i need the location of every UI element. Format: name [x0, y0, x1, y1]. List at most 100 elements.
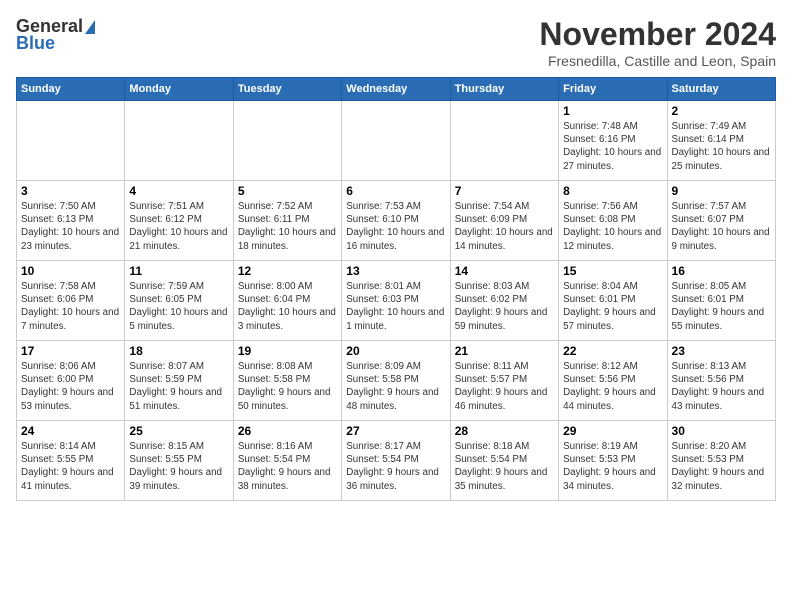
day-number: 27: [346, 424, 445, 438]
day-info: Sunrise: 7:52 AM Sunset: 6:11 PM Dayligh…: [238, 200, 337, 253]
day-number: 12: [238, 264, 337, 278]
calendar-cell: [125, 101, 233, 181]
calendar-cell: 5 Sunrise: 7:52 AM Sunset: 6:11 PM Daylig…: [233, 181, 341, 261]
day-number: 22: [563, 344, 662, 358]
day-info: Sunrise: 8:09 AM Sunset: 5:58 PM Dayligh…: [346, 360, 445, 413]
calendar-cell: 8Sunrise: 7:56 AM Sunset: 6:08 PM Daylig…: [559, 181, 667, 261]
day-number: 28: [455, 424, 554, 438]
calendar-cell: 10 Sunrise: 7:58 AM Sunset: 6:06 PM Dayli…: [17, 261, 125, 341]
day-info: Sunrise: 8:04 AM Sunset: 6:01 PM Dayligh…: [563, 280, 662, 333]
calendar-cell: 7 Sunrise: 7:54 AM Sunset: 6:09 PM Daylig…: [450, 181, 558, 261]
day-info: Sunrise: 7:58 AM Sunset: 6:06 PM Dayligh…: [21, 280, 120, 333]
day-info: Sunrise: 8:15 AM Sunset: 5:55 PM Dayligh…: [129, 440, 228, 493]
day-info: Sunrise: 8:07 AM Sunset: 5:59 PM Dayligh…: [129, 360, 228, 413]
calendar-cell: 28 Sunrise: 8:18 AM Sunset: 5:54 PM Dayli…: [450, 421, 558, 501]
weekday-header-wednesday: Wednesday: [342, 78, 450, 101]
weekday-header-monday: Monday: [125, 78, 233, 101]
calendar-cell: 12Sunrise: 8:00 AM Sunset: 6:04 PM Dayli…: [233, 261, 341, 341]
week-row-1: 1 Sunrise: 7:48 AM Sunset: 6:16 PM Daylig…: [17, 101, 776, 181]
day-info: Sunrise: 8:03 AM Sunset: 6:02 PM Dayligh…: [455, 280, 554, 333]
week-row-2: 3 Sunrise: 7:50 AM Sunset: 6:13 PM Daylig…: [17, 181, 776, 261]
day-info: Sunrise: 8:01 AM Sunset: 6:03 PM Dayligh…: [346, 280, 445, 333]
calendar-cell: 19 Sunrise: 8:08 AM Sunset: 5:58 PM Dayli…: [233, 341, 341, 421]
calendar-cell: 30 Sunrise: 8:20 AM Sunset: 5:53 PM Dayli…: [667, 421, 775, 501]
day-info: Sunrise: 8:20 AM Sunset: 5:53 PM Dayligh…: [672, 440, 771, 493]
day-number: 26: [238, 424, 337, 438]
day-number: 30: [672, 424, 771, 438]
calendar-cell: 24 Sunrise: 8:14 AM Sunset: 5:55 PM Dayli…: [17, 421, 125, 501]
day-info: Sunrise: 8:06 AM Sunset: 6:00 PM Dayligh…: [21, 360, 120, 413]
day-number: 1: [563, 104, 662, 118]
day-number: 18: [129, 344, 228, 358]
location-subtitle: Fresnedilla, Castille and Leon, Spain: [539, 53, 776, 69]
weekday-header-thursday: Thursday: [450, 78, 558, 101]
logo: General Blue: [16, 16, 95, 54]
calendar-cell: 3 Sunrise: 7:50 AM Sunset: 6:13 PM Daylig…: [17, 181, 125, 261]
day-number: 3: [21, 184, 120, 198]
title-block: November 2024 Fresnedilla, Castille and …: [539, 16, 776, 69]
day-info: Sunrise: 8:14 AM Sunset: 5:55 PM Dayligh…: [21, 440, 120, 493]
day-info: Sunrise: 8:16 AM Sunset: 5:54 PM Dayligh…: [238, 440, 337, 493]
day-number: 29: [563, 424, 662, 438]
calendar-cell: 4Sunrise: 7:51 AM Sunset: 6:12 PM Daylig…: [125, 181, 233, 261]
day-number: 19: [238, 344, 337, 358]
day-number: 24: [21, 424, 120, 438]
calendar-cell: [17, 101, 125, 181]
calendar-cell: 21Sunrise: 8:11 AM Sunset: 5:57 PM Dayli…: [450, 341, 558, 421]
day-info: Sunrise: 7:54 AM Sunset: 6:09 PM Dayligh…: [455, 200, 554, 253]
day-number: 21: [455, 344, 554, 358]
calendar-cell: 29 Sunrise: 8:19 AM Sunset: 5:53 PM Dayli…: [559, 421, 667, 501]
day-number: 11: [129, 264, 228, 278]
page-header: General Blue November 2024 Fresnedilla, …: [16, 16, 776, 69]
day-info: Sunrise: 8:17 AM Sunset: 5:54 PM Dayligh…: [346, 440, 445, 493]
day-info: Sunrise: 7:49 AM Sunset: 6:14 PM Dayligh…: [672, 120, 771, 173]
day-number: 2: [672, 104, 771, 118]
calendar-cell: 22 Sunrise: 8:12 AM Sunset: 5:56 PM Dayli…: [559, 341, 667, 421]
week-row-5: 24 Sunrise: 8:14 AM Sunset: 5:55 PM Dayli…: [17, 421, 776, 501]
weekday-header-row: SundayMondayTuesdayWednesdayThursdayFrid…: [17, 78, 776, 101]
weekday-header-sunday: Sunday: [17, 78, 125, 101]
day-info: Sunrise: 7:57 AM Sunset: 6:07 PM Dayligh…: [672, 200, 771, 253]
logo-blue-text: Blue: [16, 33, 55, 54]
day-info: Sunrise: 8:08 AM Sunset: 5:58 PM Dayligh…: [238, 360, 337, 413]
calendar-cell: [342, 101, 450, 181]
day-info: Sunrise: 8:05 AM Sunset: 6:01 PM Dayligh…: [672, 280, 771, 333]
day-info: Sunrise: 7:53 AM Sunset: 6:10 PM Dayligh…: [346, 200, 445, 253]
logo-triangle-icon: [85, 20, 95, 34]
day-number: 25: [129, 424, 228, 438]
week-row-4: 17 Sunrise: 8:06 AM Sunset: 6:00 PM Dayli…: [17, 341, 776, 421]
day-number: 17: [21, 344, 120, 358]
day-info: Sunrise: 8:19 AM Sunset: 5:53 PM Dayligh…: [563, 440, 662, 493]
calendar-cell: 11 Sunrise: 7:59 AM Sunset: 6:05 PM Dayli…: [125, 261, 233, 341]
week-row-3: 10 Sunrise: 7:58 AM Sunset: 6:06 PM Dayli…: [17, 261, 776, 341]
day-info: Sunrise: 7:48 AM Sunset: 6:16 PM Dayligh…: [563, 120, 662, 173]
calendar-cell: 1 Sunrise: 7:48 AM Sunset: 6:16 PM Daylig…: [559, 101, 667, 181]
day-number: 13: [346, 264, 445, 278]
day-info: Sunrise: 7:50 AM Sunset: 6:13 PM Dayligh…: [21, 200, 120, 253]
day-info: Sunrise: 7:51 AM Sunset: 6:12 PM Dayligh…: [129, 200, 228, 253]
calendar-cell: 17 Sunrise: 8:06 AM Sunset: 6:00 PM Dayli…: [17, 341, 125, 421]
month-year-title: November 2024: [539, 16, 776, 53]
calendar-cell: 26 Sunrise: 8:16 AM Sunset: 5:54 PM Dayli…: [233, 421, 341, 501]
day-number: 15: [563, 264, 662, 278]
calendar-cell: [450, 101, 558, 181]
day-number: 7: [455, 184, 554, 198]
calendar-cell: 14 Sunrise: 8:03 AM Sunset: 6:02 PM Dayli…: [450, 261, 558, 341]
day-number: 10: [21, 264, 120, 278]
calendar-cell: 18 Sunrise: 8:07 AM Sunset: 5:59 PM Dayli…: [125, 341, 233, 421]
calendar-cell: 27 Sunrise: 8:17 AM Sunset: 5:54 PM Dayli…: [342, 421, 450, 501]
calendar-cell: 13 Sunrise: 8:01 AM Sunset: 6:03 PM Dayli…: [342, 261, 450, 341]
day-info: Sunrise: 7:56 AM Sunset: 6:08 PM Dayligh…: [563, 200, 662, 253]
calendar-table: SundayMondayTuesdayWednesdayThursdayFrid…: [16, 77, 776, 501]
calendar-cell: 16Sunrise: 8:05 AM Sunset: 6:01 PM Dayli…: [667, 261, 775, 341]
day-info: Sunrise: 7:59 AM Sunset: 6:05 PM Dayligh…: [129, 280, 228, 333]
day-number: 23: [672, 344, 771, 358]
day-info: Sunrise: 8:18 AM Sunset: 5:54 PM Dayligh…: [455, 440, 554, 493]
calendar-cell: 2 Sunrise: 7:49 AM Sunset: 6:14 PM Daylig…: [667, 101, 775, 181]
calendar-cell: 6Sunrise: 7:53 AM Sunset: 6:10 PM Daylig…: [342, 181, 450, 261]
calendar-cell: 23Sunrise: 8:13 AM Sunset: 5:56 PM Dayli…: [667, 341, 775, 421]
day-info: Sunrise: 8:12 AM Sunset: 5:56 PM Dayligh…: [563, 360, 662, 413]
day-number: 14: [455, 264, 554, 278]
day-number: 5: [238, 184, 337, 198]
weekday-header-friday: Friday: [559, 78, 667, 101]
